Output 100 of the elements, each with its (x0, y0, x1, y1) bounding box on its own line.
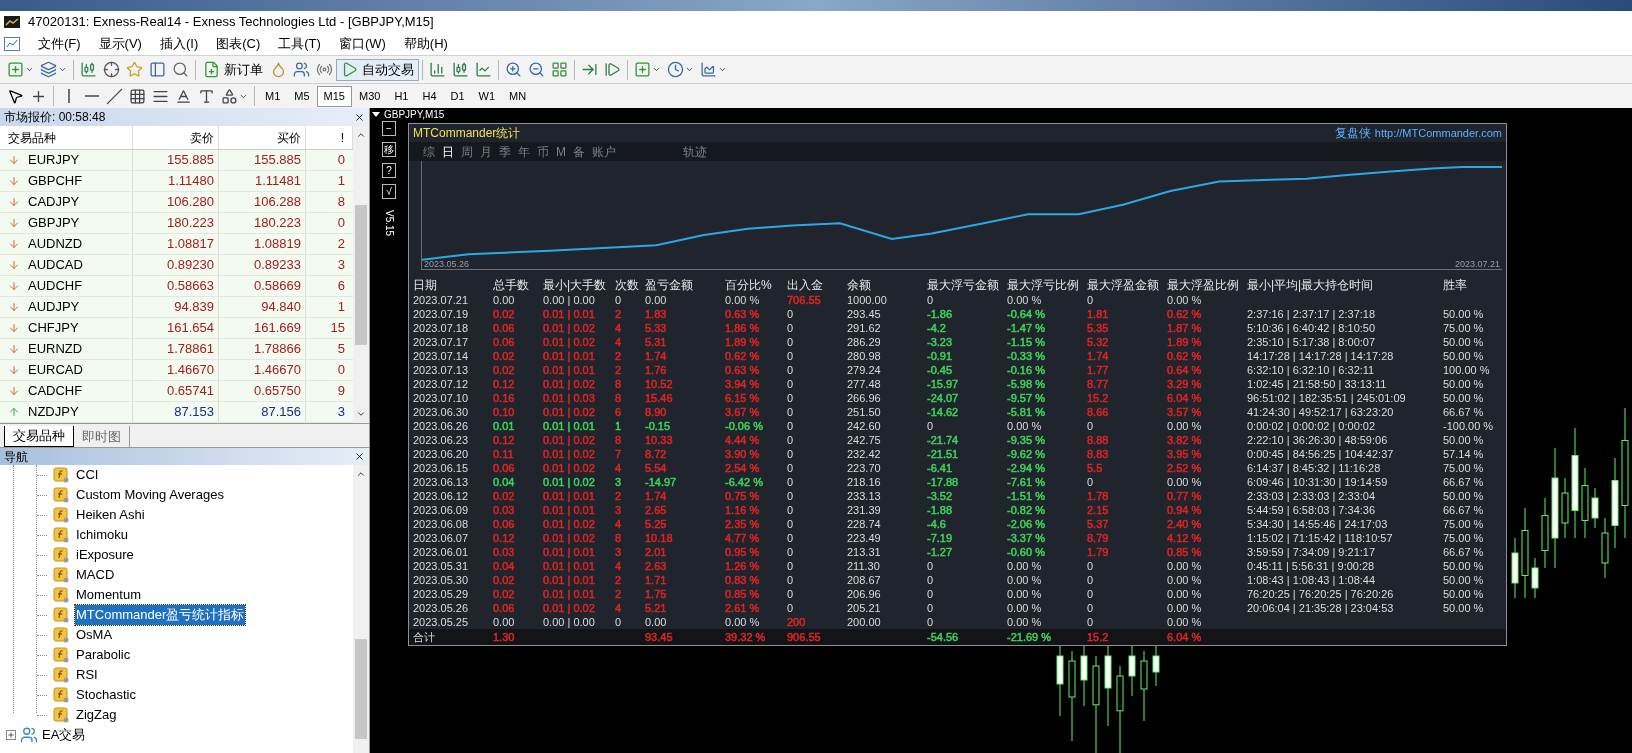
navigator-folder[interactable]: EA交易 (42, 725, 86, 745)
period-tab[interactable]: 年 (518, 142, 530, 161)
table-cell: 0 (615, 294, 622, 306)
period-tab[interactable]: 轨迹 (683, 142, 707, 161)
table-cell: 0.01 | 0.01 (543, 560, 595, 572)
table-cell: 75.00 % (1443, 532, 1484, 544)
table-cell: 2.65 (645, 504, 667, 516)
symbol-name[interactable]: AUDNZD (28, 234, 83, 254)
symbol-name[interactable]: AUDJPY (28, 297, 80, 317)
symbol-name[interactable]: AUDCHF (28, 276, 83, 296)
timeframe-button[interactable]: M15 (316, 85, 352, 107)
bid-price: 1.08817 (167, 235, 214, 254)
symbol-name[interactable]: EURCAD (28, 360, 83, 380)
period-tab[interactable]: 月 (480, 142, 492, 161)
menu-item[interactable]: 帮助(H) (403, 34, 448, 54)
timeframe-button[interactable]: M5 (287, 85, 317, 107)
timeframe-button[interactable]: M30 (351, 85, 388, 107)
navigator-item[interactable]: Stochastic (75, 685, 137, 705)
table-cell: 0.62 % (1167, 308, 1202, 320)
symbol-name[interactable]: EURJPY (28, 150, 80, 170)
table-cell: 0.00 | 0.00 (543, 616, 595, 628)
table-cell: 41:24:30 | 49:52:17 | 63:23:20 (1247, 406, 1394, 418)
version-label: V5.15 (383, 210, 396, 237)
symbol-name[interactable]: CADJPY (28, 192, 80, 212)
menu-item[interactable]: 插入(I) (159, 34, 199, 54)
navigator-item[interactable]: Heiken Ashi (75, 505, 146, 525)
table-cell: 223.70 (847, 462, 881, 474)
period-tab[interactable]: 币 (537, 142, 549, 161)
period-tab[interactable]: 季 (499, 142, 511, 161)
table-cell: 5.37 (1087, 518, 1109, 530)
side-button[interactable]: ? (382, 163, 396, 178)
timeframe-button[interactable]: H4 (415, 85, 444, 107)
symbol-name[interactable]: GBPJPY (28, 213, 80, 233)
symbol-name[interactable]: NZDJPY (28, 402, 79, 422)
side-button[interactable]: − (382, 121, 396, 136)
timeframe-button[interactable]: M1 (258, 85, 288, 107)
table-cell: 0 (787, 350, 794, 362)
table-cell: 0 (787, 574, 794, 586)
table-cell: 66.67 % (1443, 476, 1484, 488)
panel-tab[interactable]: 交易品种 (4, 426, 74, 447)
axis-label: 2023.05.26 (424, 259, 470, 269)
navigator-item[interactable]: Custom Moving Averages (75, 485, 225, 505)
navigator-item[interactable]: ZigZag (75, 705, 118, 725)
symbol-name[interactable]: CADCHF (28, 381, 83, 401)
navigator-item[interactable]: Parabolic (75, 645, 132, 665)
auto-trading-button[interactable]: 自动交易 (336, 58, 419, 81)
table-cell: 6:09:46 | 10:31:30 | 19:14:59 (1247, 476, 1388, 488)
table-cell: 2023.06.26 (413, 420, 469, 432)
navigator-item[interactable]: MTCommander盈亏统计指标 (75, 605, 246, 625)
new-order-button[interactable]: 新订单 (199, 58, 267, 81)
chart-menu-icon[interactable] (4, 37, 20, 51)
scrollbar[interactable] (353, 126, 369, 423)
column-header[interactable]: 买价 (219, 126, 306, 149)
bid-price: 87.153 (174, 403, 214, 422)
tree-expander[interactable] (6, 730, 16, 740)
table-cell: 5.21 (645, 602, 667, 614)
table-cell: 15.2 (1087, 392, 1109, 404)
scrollbar[interactable] (353, 465, 369, 753)
navigator-item[interactable]: OsMA (75, 625, 114, 645)
menu-item[interactable]: 工具(T) (278, 34, 321, 54)
column-header[interactable]: 卖价 (133, 126, 219, 149)
table-cell: 266.96 (847, 392, 881, 404)
period-tab[interactable]: M (556, 142, 566, 161)
ask-price: 0.89233 (254, 256, 301, 275)
navigator-item[interactable]: RSI (75, 665, 99, 685)
navigator-item[interactable]: CCI (75, 465, 100, 485)
indicator-icon (53, 647, 69, 663)
side-button[interactable]: 移 (382, 142, 396, 157)
timeframe-button[interactable]: W1 (471, 85, 503, 107)
period-tab[interactable]: 日 (442, 142, 454, 161)
menu-item[interactable]: 显示(V) (98, 34, 142, 54)
column-header[interactable]: 交易品种 (0, 126, 133, 149)
timeframe-button[interactable]: D1 (443, 85, 472, 107)
period-tab[interactable]: 账户 (592, 142, 616, 161)
table-cell: 0.63 % (725, 364, 760, 376)
symbol-name[interactable]: AUDCAD (28, 255, 83, 275)
table-cell: 7 (615, 448, 622, 460)
menu-item[interactable]: 文件(F) (38, 34, 81, 54)
arrow-down-icon (8, 343, 20, 355)
period-tab[interactable]: 备 (573, 142, 585, 161)
navigator-item[interactable]: Ichimoku (75, 525, 130, 545)
navigator-item[interactable]: Momentum (75, 585, 143, 605)
spread-value: 0 (337, 214, 345, 233)
period-tab[interactable]: 综 (423, 142, 435, 161)
table-cell: 50.00 % (1443, 378, 1484, 390)
symbol-name[interactable]: GBPCHF (28, 171, 83, 191)
navigator-item[interactable]: iExposure (75, 545, 135, 565)
menu-item[interactable]: 窗口(W) (338, 34, 386, 54)
table-cell: 1.78 (1087, 490, 1109, 502)
menu-item[interactable]: 图表(C) (216, 34, 261, 54)
timeframe-button[interactable]: H1 (387, 85, 416, 107)
symbol-name[interactable]: EURNZD (28, 339, 83, 359)
timeframe-button[interactable]: MN (502, 85, 534, 107)
table-cell: 0.06 (493, 322, 515, 334)
symbol-name[interactable]: CHFJPY (28, 318, 79, 338)
table-cell: 2023.06.30 (413, 406, 469, 418)
website-link[interactable]: http://MTCommander.com (1374, 124, 1502, 142)
side-button[interactable]: √ (382, 184, 396, 199)
period-tab[interactable]: 周 (461, 142, 473, 161)
navigator-item[interactable]: MACD (75, 565, 116, 585)
